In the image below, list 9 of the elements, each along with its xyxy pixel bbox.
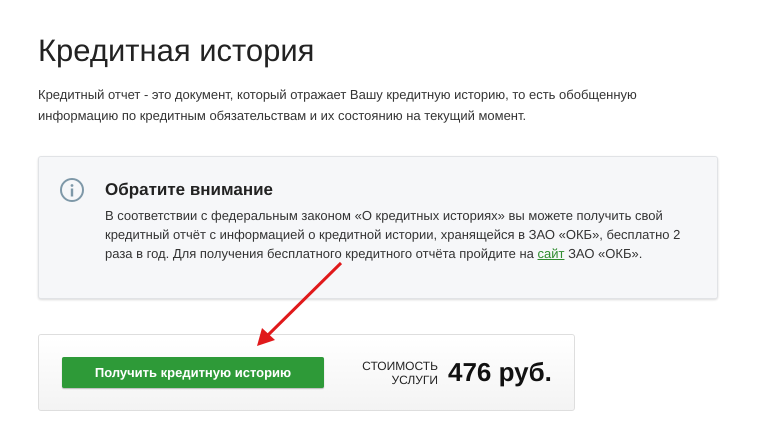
page-description: Кредитный отчет - это документ, который отражает Вашу кредитную историю, то есть обобщенную информацию по кредитным обязательствам и их состоянию на текущий момент. — [38, 86, 638, 125]
price-label: СТОИМОСТЬ УСЛУГИ — [361, 358, 438, 386]
info-icon — [59, 177, 85, 203]
notice-text: В соответствии с федеральным законом «О кредитных историях» вы можете получить свой кредитный отчёт с информацией о кредитной истории, хранящейся в ЗАО «ОКБ», бесплатно 2 раза в год. Для получения бесплатного кредитного отчёта пройдите на сайт ЗАО «ОКБ». — [105, 207, 682, 263]
page-title: Кредитная история — [38, 32, 314, 70]
get-history-button[interactable]: Получить кредитную историю — [62, 357, 324, 388]
notice-heading: Обратите внимание — [105, 179, 273, 201]
site-link[interactable]: сайт — [538, 246, 564, 261]
price-value: 476 руб. — [448, 356, 552, 389]
